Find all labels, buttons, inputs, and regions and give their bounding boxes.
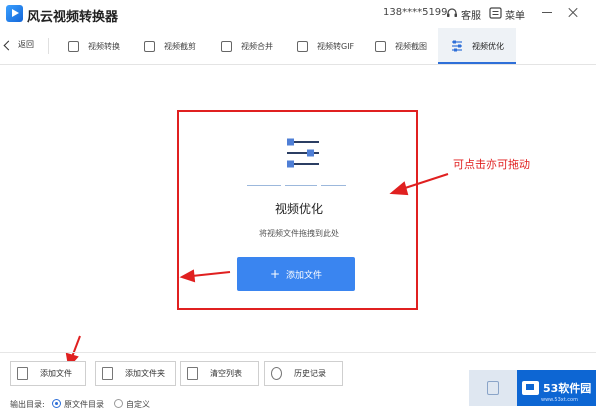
tab-video-merge[interactable]: 视频合并 [221,35,273,57]
button-label: 添加文件 [40,369,72,378]
tab-label: 视频转换 [88,41,120,51]
optimize-sliders-icon [287,138,319,168]
folder-icon [102,367,113,380]
minimize-button[interactable] [540,5,554,19]
add-file-primary-button[interactable]: + 添加文件 [237,257,355,291]
tab-label: 视频截剪 [164,41,196,51]
add-folder-button[interactable]: 添加文件夹 [95,361,176,386]
file-icon [17,367,28,380]
history-button[interactable]: 历史记录 [264,361,343,386]
tab-video-to-gif[interactable]: 视频转GIF [297,35,354,57]
button-label: 添加文件夹 [125,369,165,378]
radio-custom-dir-label: 自定义 [126,400,150,409]
back-arrow-icon [4,40,14,50]
tab-label: 视频优化 [472,41,504,51]
tab-label: 视频转GIF [317,41,355,51]
decor-line [285,185,317,186]
watermark-logo-icon [522,381,539,395]
drop-zone-title: 视频优化 [274,202,323,216]
add-file-label: 添加文件 [286,270,323,281]
tab-label: 视频合并 [241,41,273,51]
feature-toolbar: 返回 视频转换 视频截剪 视频合并 视频转GIF 视频截图 视频优化 [0,28,596,65]
drop-zone-hint: 将视频文件拖拽到此处 [259,229,339,238]
tab-video-cut[interactable]: 视频截剪 [144,35,196,57]
video-convert-icon [68,40,79,52]
back-label: 返回 [18,40,34,49]
title-bar: 风云视频转换器 138****5199 客服 菜单 [0,0,596,28]
trash-icon [187,367,198,380]
bottom-divider [0,352,596,353]
decor-line [321,185,346,186]
tab-video-screenshot[interactable]: 视频截图 [375,35,427,57]
start-button[interactable] [469,370,517,406]
annotation-text: 可点击亦可拖动 [453,158,530,171]
add-file-button[interactable]: 添加文件 [10,361,86,386]
service-button[interactable]: 客服 [461,7,481,22]
active-tab-underline [438,62,516,64]
account-phone[interactable]: 138****5199 [383,7,448,18]
watermark-text: 53软件园 [543,382,592,395]
tab-video-optimize[interactable]: 视频优化 [451,35,504,57]
gif-icon [297,40,308,52]
app-window: 风云视频转换器 138****5199 客服 菜单 返回 视频转换 视频截剪 视… [0,0,596,418]
watermark-url: www.53xt.com [541,397,578,403]
app-title: 风云视频转换器 [27,10,119,25]
app-logo-icon [6,5,23,22]
video-cut-icon [144,40,155,52]
clear-list-button[interactable]: 清空列表 [180,361,259,386]
radio-source-dir-label: 原文件目录 [64,400,104,409]
tab-label: 视频截图 [395,41,427,51]
clock-icon [271,367,282,380]
toolbar-divider [48,38,49,54]
radio-custom-dir[interactable] [114,399,123,408]
menu-button[interactable]: 菜单 [505,7,525,22]
plus-icon: + [269,267,281,281]
tab-video-convert[interactable]: 视频转换 [68,35,120,57]
radio-source-dir[interactable] [52,399,61,408]
menu-icon[interactable] [489,7,502,19]
headset-icon[interactable] [446,7,458,19]
button-label: 历史记录 [294,369,326,378]
video-merge-icon [221,40,232,52]
button-label: 清空列表 [210,369,242,378]
screenshot-icon [375,40,386,52]
close-button[interactable] [566,5,580,19]
sliders-icon [452,40,462,52]
decor-line [247,185,281,186]
output-dir-label: 输出目录: [10,400,45,409]
back-button[interactable]: 返回 [4,39,34,50]
